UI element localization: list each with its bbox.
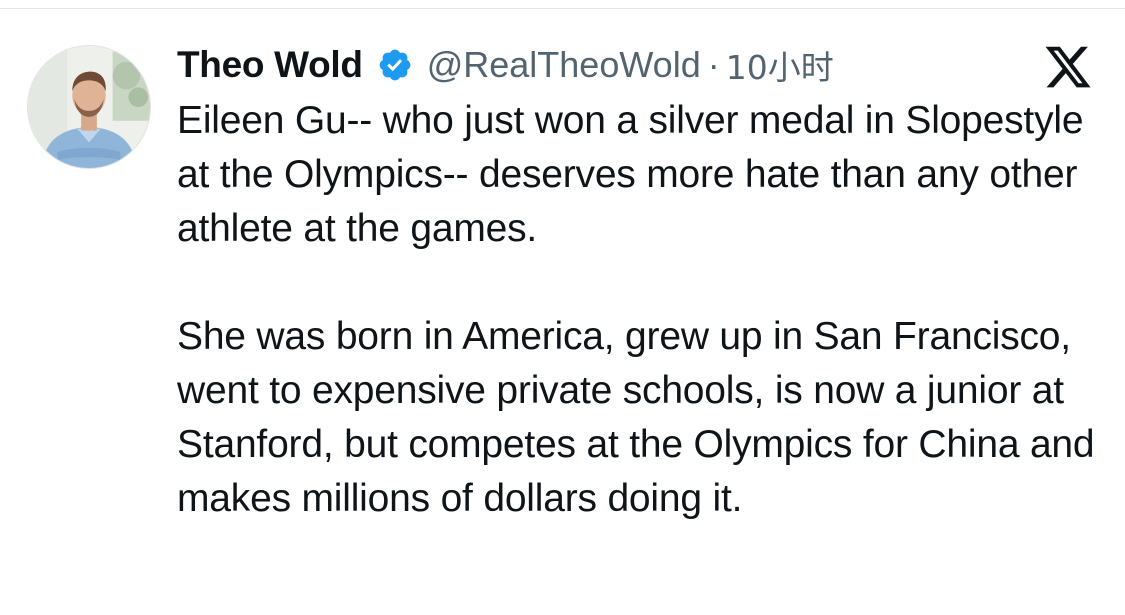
tweet-paragraph: Eileen Gu-- who just won a silver medal … <box>177 99 1084 250</box>
tweet[interactable]: Theo Wold @RealTheoWold · 10小时 Eileen Gu… <box>0 0 1125 615</box>
avatar-photo <box>28 46 150 168</box>
tweet-paragraph: She was born in America, grew up in San … <box>177 315 1095 520</box>
separator-dot: · <box>707 44 720 85</box>
avatar[interactable] <box>27 45 151 169</box>
author-handle[interactable]: @RealTheoWold <box>427 44 701 86</box>
author-display-name[interactable]: Theo Wold <box>177 44 363 86</box>
tweet-timestamp[interactable]: 10小时 <box>726 41 834 89</box>
tweet-header: Theo Wold @RealTheoWold · 10小时 <box>177 40 834 90</box>
verified-badge-icon <box>377 47 413 83</box>
tweet-text: Eileen Gu-- who just won a silver medal … <box>177 94 1112 526</box>
x-logo-icon[interactable] <box>1043 42 1093 92</box>
